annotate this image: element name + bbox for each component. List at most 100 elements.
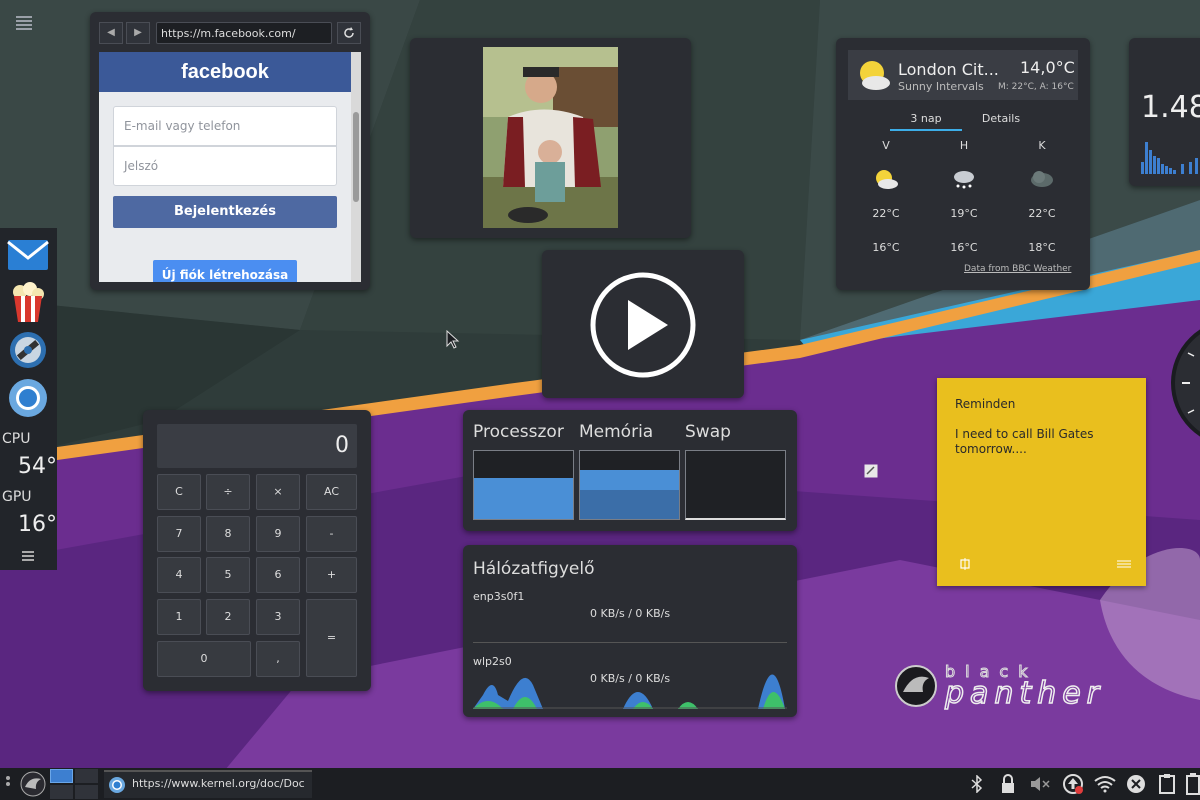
weather-widget: London Cit... Sunny Intervals 14,0°C M: … — [836, 38, 1090, 290]
forecast-low-3: 18°C — [1028, 241, 1056, 254]
media-player-widget — [542, 250, 744, 398]
network-divider — [473, 642, 787, 643]
weather-minmax: M: 22°C, A: 16°C — [998, 82, 1074, 92]
note-pin-icon[interactable] — [959, 558, 971, 570]
edit-note-icon[interactable] — [864, 464, 878, 478]
facebook-page: facebook E-mail vagy telefon Jelszó Beje… — [99, 52, 351, 282]
battery-icon[interactable] — [1186, 773, 1200, 795]
calculator-display: 0 — [157, 424, 357, 468]
left-dock-panel: CPU 54° GPU 16° — [0, 228, 57, 570]
black-panther-logo: black panther — [893, 660, 1200, 712]
partly-sunny-icon — [876, 170, 898, 189]
forecast-day-2: H — [959, 139, 969, 152]
mute-icon[interactable] — [1030, 776, 1052, 792]
desktop-2[interactable] — [75, 769, 98, 783]
network-monitor-widget: Hálózatfigyelő enp3s0f1 0 KB/s / 0 KB/s … — [463, 545, 797, 717]
key-6[interactable]: 6 — [256, 557, 300, 593]
key-0[interactable]: 0 — [157, 641, 251, 677]
swap-monitor-label: Swap — [685, 422, 731, 442]
cpu-label: CPU — [2, 431, 31, 447]
key-9[interactable]: 9 — [256, 516, 300, 552]
dock-menu-icon[interactable] — [22, 549, 34, 563]
reload-icon — [344, 27, 354, 38]
swap-usage-graph — [685, 450, 786, 520]
desktop-1[interactable] — [50, 769, 73, 783]
cpu-temp-value: 54° — [18, 454, 57, 479]
virtual-desktop-pager[interactable] — [50, 769, 98, 799]
chromium-icon[interactable] — [6, 376, 50, 418]
interface-1-name: enp3s0f1 — [473, 590, 525, 603]
bluetooth-icon[interactable] — [970, 775, 984, 793]
app-launcher-icon[interactable] — [20, 771, 46, 797]
key-all-clear[interactable]: AC — [306, 474, 357, 510]
desktop-3[interactable] — [50, 785, 73, 799]
key-plus[interactable]: + — [306, 557, 357, 593]
key-8[interactable]: 8 — [206, 516, 250, 552]
forecast-day-3: K — [1038, 139, 1046, 152]
key-3[interactable]: 3 — [256, 599, 300, 635]
note-title: Reminden — [955, 397, 1016, 411]
chromium-icon — [109, 777, 125, 793]
create-account-button[interactable]: Új fiók létrehozása — [153, 260, 297, 282]
forecast-high-2: 19°C — [950, 207, 978, 220]
desktop-menu-icon[interactable] — [16, 14, 32, 30]
gpu-temp-value: 16° — [18, 512, 57, 537]
video-player-icon[interactable] — [6, 328, 50, 370]
close-circle-icon[interactable] — [1126, 774, 1146, 794]
interface-1-rate: 0 KB/s / 0 KB/s — [590, 607, 671, 620]
popcorn-icon[interactable] — [6, 280, 50, 322]
facebook-logo: facebook — [99, 52, 351, 92]
key-clear[interactable]: C — [157, 474, 201, 510]
clipboard-icon[interactable] — [1158, 773, 1176, 795]
weather-credit-link[interactable]: Data from BBC Weather — [964, 264, 1071, 274]
login-button[interactable]: Bejelentkezés — [113, 196, 337, 228]
reload-button[interactable] — [337, 22, 361, 44]
task-title: https://www.kernel.org/doc/Doc — [132, 777, 305, 790]
password-field[interactable]: Jelszó — [113, 146, 337, 186]
key-decimal[interactable]: , — [256, 641, 300, 677]
url-field[interactable]: https://m.facebook.com/ — [156, 22, 332, 44]
activities-icon[interactable] — [4, 774, 12, 794]
tab-details[interactable]: Details — [976, 112, 1026, 125]
key-divide[interactable]: ÷ — [206, 474, 250, 510]
forward-button[interactable]: ▶ — [126, 22, 150, 44]
note-text-line-1: I need to call Bill Gates — [955, 427, 1094, 441]
forecast-low-2: 16°C — [950, 241, 978, 254]
note-settings-icon[interactable] — [1117, 558, 1131, 570]
photo-frame-widget — [410, 38, 691, 238]
key-5[interactable]: 5 — [206, 557, 250, 593]
sticky-note[interactable]: Reminden I need to call Bill Gates tomor… — [937, 378, 1146, 586]
mail-icon[interactable] — [6, 234, 50, 276]
browser-scrollbar[interactable] — [351, 52, 361, 282]
wifi-icon[interactable] — [1094, 775, 1116, 793]
family-photo[interactable] — [483, 47, 618, 228]
back-button[interactable]: ◀ — [99, 22, 123, 44]
key-1[interactable]: 1 — [157, 599, 201, 635]
key-2[interactable]: 2 — [206, 599, 250, 635]
key-7[interactable]: 7 — [157, 516, 201, 552]
key-4[interactable]: 4 — [157, 557, 201, 593]
tab-3-day-forecast[interactable]: 3 nap — [890, 112, 962, 125]
play-icon[interactable] — [588, 270, 698, 380]
forecast-day-1: V — [882, 139, 890, 152]
cloud-icon — [1031, 171, 1053, 187]
weather-temperature: 14,0°C — [1020, 58, 1075, 77]
key-equals[interactable]: = — [306, 599, 357, 677]
task-chromium[interactable]: https://www.kernel.org/doc/Doc — [104, 770, 312, 798]
memory-usage-fill — [580, 490, 679, 519]
system-monitor-widget: Processzor Memória Swap — [463, 410, 797, 531]
lock-icon[interactable] — [1000, 774, 1016, 794]
cpu-usage-graph — [473, 450, 574, 520]
brand-line-2: panther — [944, 675, 1106, 712]
mouse-cursor-icon — [446, 330, 460, 349]
cpu-usage-fill — [474, 478, 573, 519]
desktop-4[interactable] — [75, 785, 98, 799]
email-field[interactable]: E-mail vagy telefon — [113, 106, 337, 146]
forecast-low-1: 16°C — [872, 241, 900, 254]
forecast-high-1: 22°C — [872, 207, 900, 220]
usage-bar-graph — [1141, 142, 1198, 174]
update-icon[interactable] — [1062, 773, 1084, 795]
key-multiply[interactable]: × — [256, 474, 300, 510]
key-minus[interactable]: - — [306, 516, 357, 552]
calculator-widget: 0 C ÷ × AC 7 8 9 - 4 5 6 + 1 2 3 = 0 , — [143, 410, 371, 691]
